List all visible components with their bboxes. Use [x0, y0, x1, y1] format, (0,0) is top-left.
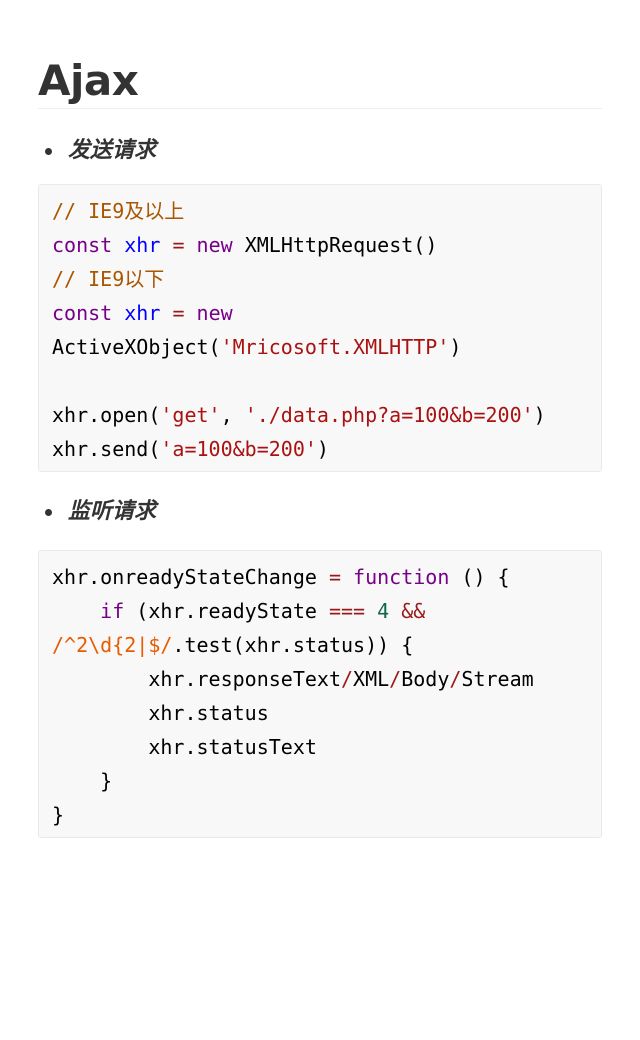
code-line: xhr.onreadyStateChange = function () {: [52, 560, 601, 594]
code-token: xhr: [124, 301, 161, 325]
code-token: ,: [220, 403, 245, 427]
code-line: xhr.open('get', './data.php?a=100&b=200'…: [52, 398, 601, 432]
code-token: './data.php?a=100&b=200': [244, 403, 534, 427]
code-token: Body: [401, 667, 450, 691]
code-token: /^2\d{2|$/: [52, 633, 173, 657]
code-token: ): [449, 335, 462, 359]
code-token: // IE9以下: [52, 267, 165, 291]
code-token: &&: [401, 599, 426, 623]
code-token: 4: [377, 599, 390, 623]
code-token: (xhr.readyState: [124, 599, 329, 623]
code-token: xhr.status: [52, 701, 269, 725]
code-token: xhr.responseText: [52, 667, 341, 691]
code-token: ===: [328, 599, 366, 623]
code-line: xhr.statusText: [52, 730, 601, 764]
code-line: [52, 364, 601, 398]
page-title: Ajax: [38, 0, 602, 109]
code-token: new: [196, 233, 233, 257]
code-token: function: [353, 565, 450, 589]
code-token: XMLHttpRequest(): [232, 233, 438, 257]
code-line: ActiveXObject('Mricosoft.XMLHTTP'): [52, 330, 601, 364]
section-label: 监听请求: [68, 499, 157, 524]
code-token: =: [172, 301, 185, 325]
document-page: Ajax 发送请求 // IE9及以上 const xhr = new XMLHt…: [0, 0, 640, 1040]
code-token: =: [172, 233, 185, 257]
code-token: .test(xhr.status)) {: [172, 633, 414, 657]
code-block-send-request: // IE9及以上 const xhr = new XMLHttpRequest(…: [38, 184, 602, 472]
code-token: /: [340, 667, 354, 691]
code-token: xhr.statusText: [52, 735, 317, 759]
code-token: 'Mricosoft.XMLHTTP': [220, 335, 450, 359]
code-line: const xhr = new XMLHttpRequest(): [52, 228, 601, 262]
code-token: /: [389, 667, 402, 691]
code-token: () {: [449, 565, 510, 589]
code-line: }: [52, 764, 601, 798]
code-token: // IE9及以上: [52, 199, 185, 223]
code-line: if (xhr.readyState === 4 &&: [52, 594, 601, 628]
code-line: /^2\d{2|$/.test(xhr.status)) {: [52, 628, 601, 662]
section-heading-listen-request: 监听请求: [38, 494, 602, 530]
code-line: xhr.status: [52, 696, 601, 730]
bullet-dot-icon: [45, 148, 52, 155]
code-token: /: [449, 667, 462, 691]
code-token: ): [316, 437, 329, 461]
code-token: Stream: [461, 667, 534, 691]
code-token: XML: [353, 667, 390, 691]
section-label: 发送请求: [68, 138, 157, 163]
code-token: =: [328, 565, 341, 589]
section-heading-send-request: 发送请求: [38, 133, 602, 169]
code-line: // IE9以下: [52, 262, 601, 296]
code-block-listen-request: xhr.onreadyStateChange = function () { i…: [38, 550, 602, 838]
code-token: }: [52, 803, 65, 827]
code-token: 'a=100&b=200': [160, 437, 317, 461]
code-token: xhr.open(: [52, 403, 161, 427]
code-token: xhr: [124, 233, 161, 257]
code-token: 'get': [160, 403, 221, 427]
code-line: // IE9及以上: [52, 194, 601, 228]
code-token: ): [533, 403, 546, 427]
code-token: xhr.onreadyStateChange: [52, 565, 317, 589]
code-token: if: [100, 599, 125, 623]
code-line: }: [52, 798, 601, 832]
code-line: xhr.responseText/XML/Body/Stream: [52, 662, 601, 696]
code-token: ActiveXObject(: [52, 335, 221, 359]
code-token: xhr.send(: [52, 437, 161, 461]
code-token: }: [52, 769, 113, 793]
code-token: const: [52, 301, 113, 325]
code-line: xhr.send('a=100&b=200'): [52, 432, 601, 466]
code-token: const: [52, 233, 113, 257]
code-line: const xhr = new: [52, 296, 601, 330]
code-token: new: [196, 301, 233, 325]
bullet-dot-icon: [45, 509, 52, 516]
